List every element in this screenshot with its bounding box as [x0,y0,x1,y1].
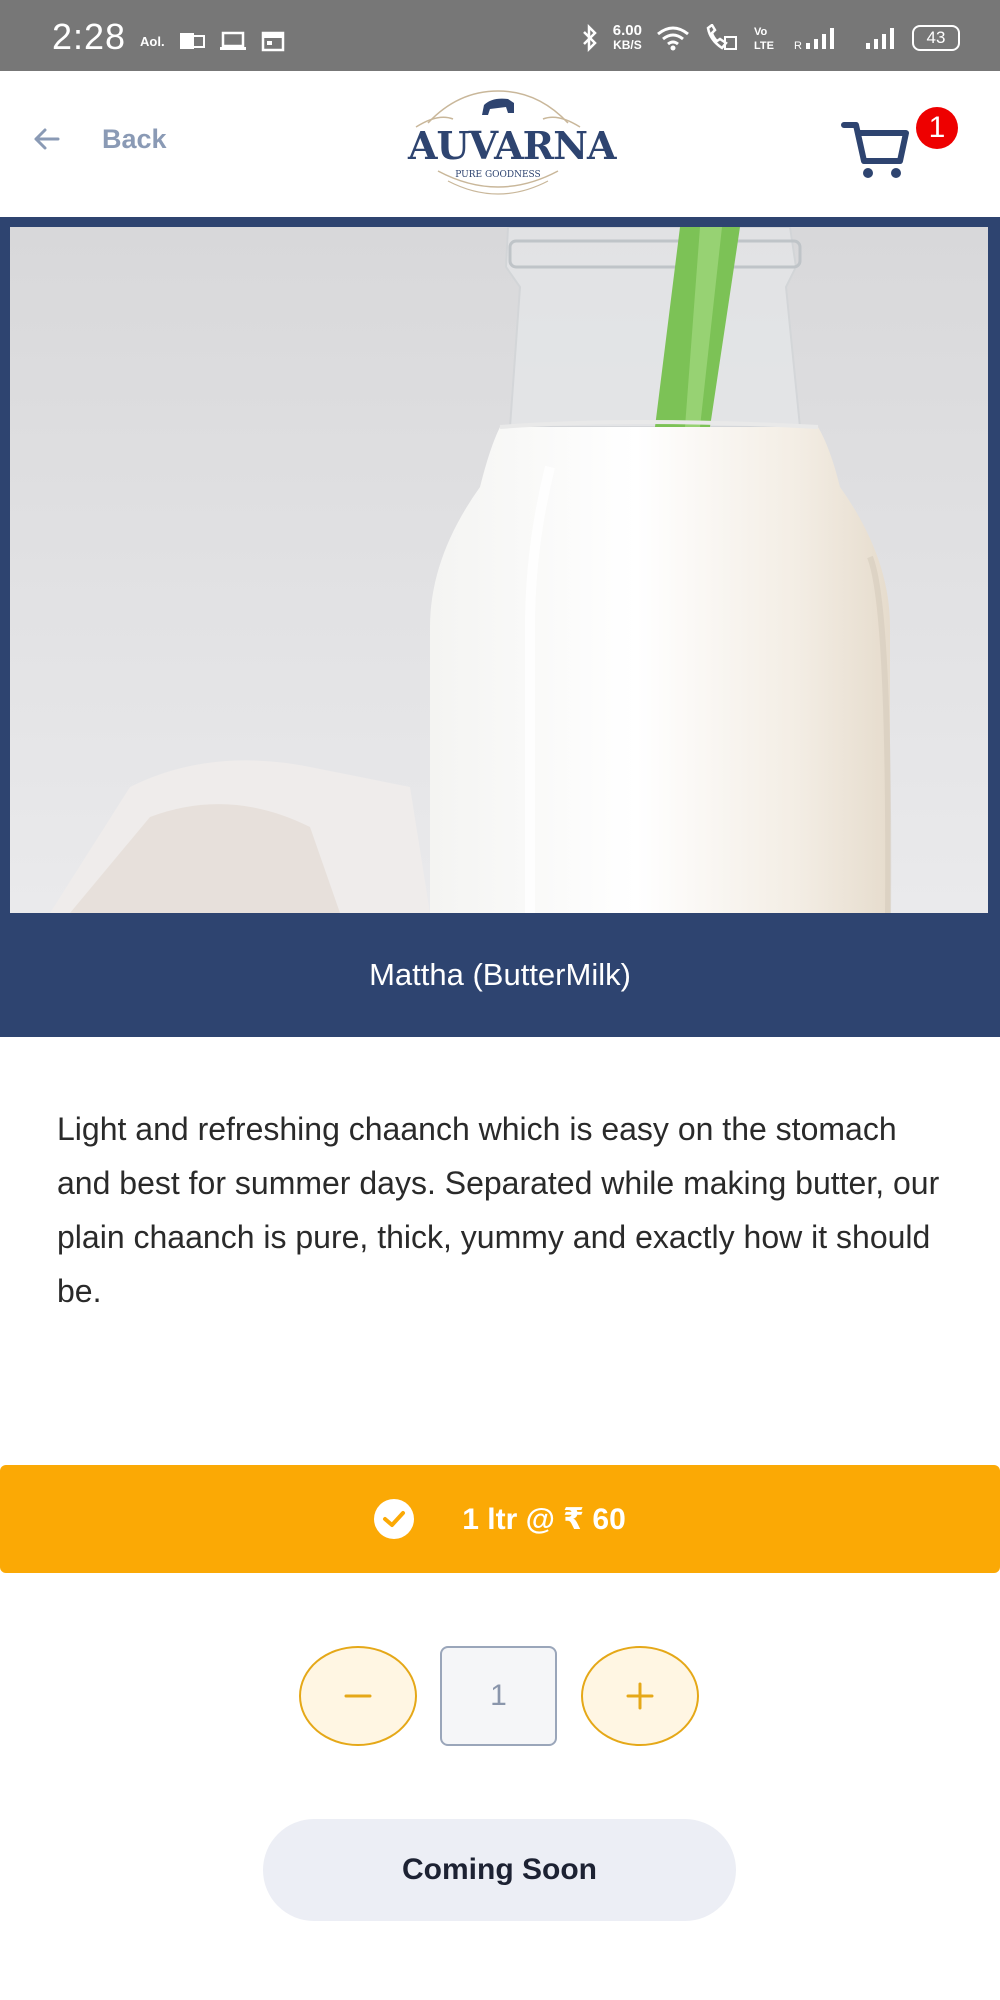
aol-icon: Aol. [140,33,165,49]
increase-quantity-button[interactable] [581,1646,699,1746]
decrease-quantity-button[interactable] [299,1646,417,1746]
cart-count-badge: 1 [916,107,958,149]
quantity-input[interactable]: 1 [440,1646,557,1746]
product-image [10,227,988,913]
status-time: 2:28 [52,16,127,57]
outlook-icon [179,33,205,49]
logo-wordmark: AUVARNA [408,123,616,168]
arrow-left-icon [34,128,60,150]
status-bar: 2:28 Aol. 6.00 KB/S Vo LTE R 43 [0,0,1000,71]
signal-strength-icon: R [794,28,834,51]
milk-bottle-illustration [10,227,988,913]
wifi-icon [657,26,689,51]
svg-text:Vo: Vo [754,26,768,38]
status-notification-icons: Aol. [140,30,285,52]
svg-text:R: R [794,40,802,51]
laptop-icon [219,31,246,50]
back-label: Back [102,123,167,154]
shopping-cart-icon [841,122,909,178]
check-circle-icon [374,1499,415,1539]
plus-icon [626,1682,654,1710]
speed-value: 6.00 [612,22,642,39]
bluetooth-icon [582,24,597,52]
product-title: Mattha (ButterMilk) [369,957,631,992]
minus-icon [344,1694,372,1698]
battery-indicator: 43 [912,25,960,51]
variant-option[interactable]: 1 ltr @ ₹ 60 [0,1465,1000,1573]
back-button[interactable]: Back [28,121,167,157]
volte-icon: Vo LTE [754,26,774,52]
app-header: Back PURE GOODNESS AUVARNA 1 [0,71,1000,217]
brand-logo: PURE GOODNESS AUVARNA [408,83,616,201]
product-card: Mattha (ButterMilk) [0,217,1000,1037]
logo-tagline: PURE GOODNESS [455,170,540,180]
wifi-calling-icon [706,24,737,50]
cart-button[interactable]: 1 [840,107,960,187]
calendar-icon [261,31,284,52]
network-speed: 6.00 KB/S [612,22,642,52]
svg-text:LTE: LTE [754,40,774,52]
coming-soon-button[interactable]: Coming Soon [263,1819,736,1921]
variant-label: 1 ltr @ ₹ 60 [462,1502,626,1536]
status-system-icons: 6.00 KB/S Vo LTE R 43 [581,22,960,52]
speed-unit: KB/S [613,38,642,52]
product-description: Light and refreshing chaanch which is ea… [57,1111,940,1309]
signal-strength-2-icon [866,28,894,49]
